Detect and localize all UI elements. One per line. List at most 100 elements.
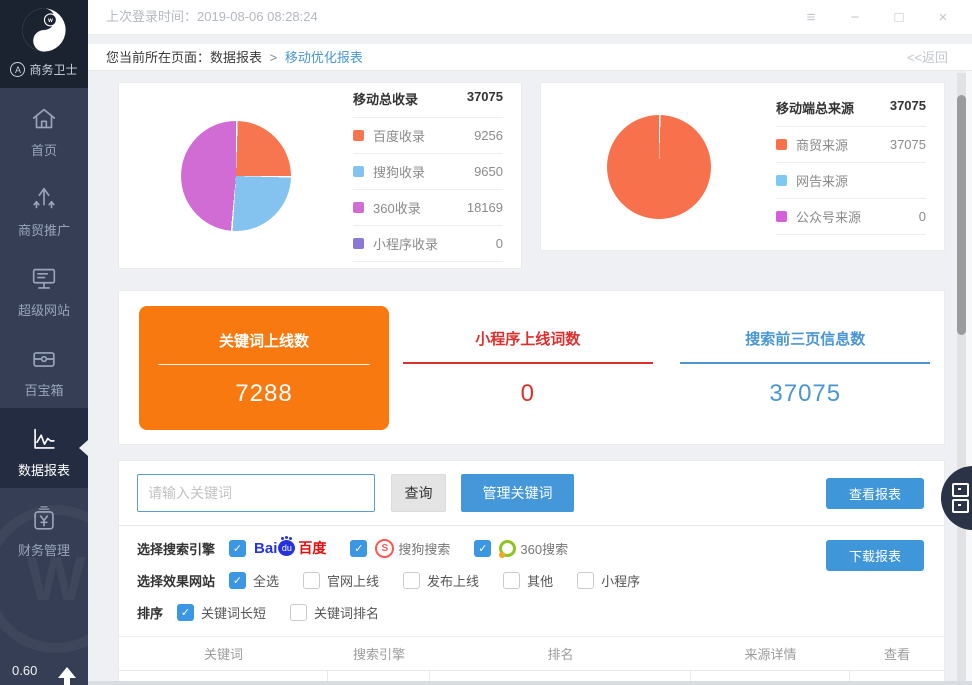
- legend-title-label: 移动端总来源: [776, 98, 854, 117]
- breadcrumb-prefix: 您当前所在页面：: [106, 50, 210, 65]
- baidu-paw-icon: du: [278, 540, 295, 556]
- sort-filter-label: 排序: [137, 603, 163, 622]
- home-icon: [29, 103, 59, 135]
- finance-icon: [29, 503, 59, 535]
- sidebar-nav: 首页 商贸推广 超级网站 百: [0, 88, 88, 568]
- legend-title-value: 37075: [467, 89, 503, 108]
- manage-keywords-button[interactable]: 管理关键词: [461, 474, 574, 512]
- legend-value: 9256: [474, 128, 503, 143]
- stat-value: 37075: [667, 380, 945, 408]
- brand-label: A 商务卫士: [0, 61, 88, 78]
- horizontal-scrollbar[interactable]: [88, 681, 972, 685]
- baidu-logo-cn: 百度: [298, 538, 326, 558]
- close-icon[interactable]: ×: [926, 9, 960, 26]
- stat-divider: [680, 362, 930, 364]
- legend-value: 0: [919, 209, 926, 224]
- sidebar: w A 商务卫士 首页 商贸推广: [0, 0, 88, 685]
- menu-icon[interactable]: ≡: [794, 9, 828, 26]
- version-label: 0.60: [12, 663, 37, 678]
- sidebar-item-label: 首页: [0, 140, 88, 159]
- legend-swatch: [353, 238, 364, 249]
- select-all-checkbox[interactable]: [229, 572, 246, 589]
- baidu-checkbox[interactable]: [229, 540, 246, 557]
- legend-row: 网告来源: [776, 163, 926, 199]
- legend-label: 搜狗收录: [373, 162, 474, 181]
- so360-logo: 360搜索: [499, 539, 568, 558]
- checkbox-label: 其他: [527, 571, 553, 590]
- minimize-icon[interactable]: −: [838, 9, 872, 26]
- legend-row: 小程序收录 0: [353, 226, 503, 262]
- breadcrumb-section: 数据报表: [210, 50, 262, 65]
- upload-arrow-icon[interactable]: [58, 667, 76, 678]
- sidebar-item-label: 百宝箱: [0, 380, 88, 399]
- official-site-checkbox[interactable]: [303, 572, 320, 589]
- engine-filter-row: 选择搜索引擎 Bai du 百度 S 搜狗搜索 360: [137, 537, 926, 559]
- legend-title: 移动总收录 37075: [353, 89, 503, 118]
- stat-value: 0: [389, 380, 667, 408]
- keyword-rank-checkbox[interactable]: [290, 604, 307, 621]
- search-row: 查询 管理关键词 查看报表: [119, 461, 944, 526]
- source-pie-panel: 移动端总来源 37075 商贸来源 37075 网告来源: [540, 82, 945, 251]
- sidebar-item-label: 超级网站: [0, 300, 88, 319]
- vertical-scrollbar-thumb[interactable]: [957, 95, 966, 335]
- sidebar-item-home[interactable]: 首页: [0, 88, 88, 168]
- sidebar-item-reports[interactable]: 数据报表: [0, 408, 88, 488]
- site-option: 发布上线: [403, 571, 479, 590]
- legend-value: 9650: [474, 164, 503, 179]
- brand-name: 商务卫士: [29, 61, 77, 78]
- legend-value: 37075: [890, 137, 926, 152]
- keyword-length-checkbox[interactable]: [177, 604, 194, 621]
- promotion-icon: [29, 183, 59, 215]
- keyword-input[interactable]: [137, 474, 375, 512]
- legend-swatch: [353, 202, 364, 213]
- sogou-label: 搜狗搜索: [398, 539, 450, 558]
- sidebar-item-finance[interactable]: 财务管理: [0, 488, 88, 568]
- legend-title: 移动端总来源 37075: [776, 98, 926, 127]
- so360-checkbox[interactable]: [474, 540, 491, 557]
- sidebar-item-website[interactable]: 超级网站: [0, 248, 88, 328]
- report-chart-icon: [29, 423, 59, 455]
- column-header-source: 来源详情: [691, 644, 850, 663]
- breadcrumb: 您当前所在页面：数据报表 > 移动优化报表 <<返回: [88, 44, 972, 71]
- legend-value: 18169: [467, 200, 503, 215]
- site-filter-row: 选择效果网站 全选 官网上线 发布上线 其他: [137, 569, 926, 591]
- qr-code-icon: [952, 499, 969, 513]
- sidebar-item-promotion[interactable]: 商贸推广: [0, 168, 88, 248]
- indexed-pie-legend: 移动总收录 37075 百度收录 9256 搜狗收录 9650: [353, 89, 503, 262]
- legend-label: 网告来源: [796, 171, 926, 190]
- query-button[interactable]: 查询: [391, 474, 446, 512]
- keywords-online-card[interactable]: 关键词上线数 7288: [139, 306, 389, 430]
- legend-row: 搜狗收录 9650: [353, 154, 503, 190]
- legend-row: 商贸来源 37075: [776, 127, 926, 163]
- publish-online-checkbox[interactable]: [403, 572, 420, 589]
- breadcrumb-current-link[interactable]: 移动优化报表: [285, 50, 363, 65]
- legend-label: 小程序收录: [373, 234, 496, 253]
- miniapp-words-stat: 小程序上线词数 0: [389, 328, 667, 408]
- sogou-logo: S 搜狗搜索: [375, 539, 450, 558]
- back-link[interactable]: <<返回: [907, 44, 948, 71]
- breadcrumb-separator: >: [270, 50, 278, 65]
- site-option: 小程序: [577, 571, 640, 590]
- sogou-checkbox[interactable]: [350, 540, 367, 557]
- checkbox-label: 小程序: [601, 571, 640, 590]
- sidebar-item-label: 财务管理: [0, 540, 88, 559]
- stat-label: 关键词上线数: [139, 306, 389, 351]
- svg-text:w: w: [47, 18, 53, 24]
- column-header-engine: 搜索引擎: [328, 644, 430, 663]
- top3-pages-stat: 搜索前三页信息数 37075: [667, 328, 945, 408]
- checkbox-label: 官网上线: [327, 571, 379, 590]
- pie-zone: [541, 115, 776, 219]
- brand-logo-icon: w: [21, 7, 67, 53]
- maximize-icon[interactable]: □: [882, 9, 916, 26]
- column-header-rank: 排名: [430, 644, 691, 663]
- checkbox-label: 全选: [253, 571, 279, 590]
- view-report-button[interactable]: 查看报表: [826, 478, 924, 509]
- legend-row: 360收录 18169: [353, 190, 503, 226]
- download-report-button[interactable]: 下载报表: [826, 540, 924, 571]
- source-pie-chart: [607, 115, 711, 219]
- sort-option: 关键词排名: [290, 603, 379, 622]
- miniapp-checkbox[interactable]: [577, 572, 594, 589]
- legend-label: 百度收录: [373, 126, 474, 145]
- other-checkbox[interactable]: [503, 572, 520, 589]
- sidebar-item-toolbox[interactable]: 百宝箱: [0, 328, 88, 408]
